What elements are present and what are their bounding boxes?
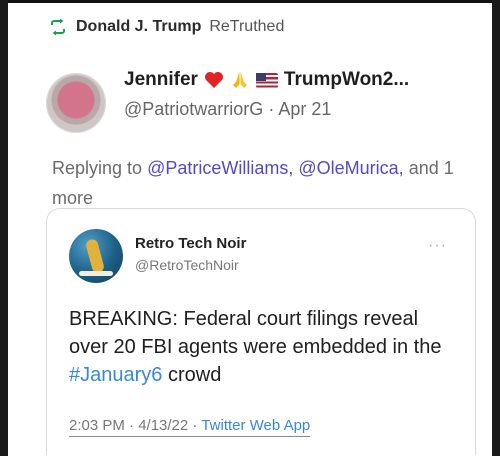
handle-separator: ·: [268, 99, 275, 119]
retruther-name[interactable]: Donald J. Trump: [76, 18, 201, 36]
embedded-tweet-card[interactable]: Retro Tech Noir @RetroTechNoir ··· BREAK…: [46, 208, 476, 455]
author-name-suffix: TrumpWon2...: [283, 69, 410, 90]
retruth-arrows-icon: [51, 18, 65, 36]
embedded-tweet-meta: 2:03 PM · 4/13/22 · Twitter Web App: [69, 417, 311, 437]
author-avatar[interactable]: [46, 73, 106, 133]
red-heart-icon: [204, 72, 223, 88]
tweet-source-app[interactable]: Twitter Web App: [201, 417, 310, 434]
more-options-icon[interactable]: ···: [428, 237, 447, 255]
mention-link[interactable]: @PatriceWilliams,: [147, 158, 293, 178]
us-flag-icon: [255, 72, 278, 88]
reply-context: Replying to @PatriceWilliams, @OleMurica…: [52, 153, 472, 213]
hashtag-link[interactable]: #January6: [69, 364, 162, 386]
post-frame: Donald J. Trump ReTruthed Jennifer Trump…: [8, 0, 492, 456]
post-date[interactable]: Apr 21: [278, 99, 331, 119]
author-first-name: Jennifer: [124, 69, 198, 90]
author-block: Jennifer TrumpWon2... @PatriotwarriorG ·…: [124, 69, 409, 120]
retruth-header: Donald J. Trump ReTruthed: [48, 17, 284, 37]
retruth-label: ReTruthed: [209, 18, 285, 35]
embedded-author-name[interactable]: Retro Tech Noir: [135, 235, 246, 252]
author-handle[interactable]: @PatriotwarriorG: [124, 99, 263, 119]
author-handle-line: @PatriotwarriorG · Apr 21: [124, 99, 409, 120]
mention-link[interactable]: @OleMurica,: [298, 158, 403, 178]
tweet-body: BREAKING: Federal court filings reveal o…: [69, 308, 442, 358]
embedded-tweet-text: BREAKING: Federal court filings reveal o…: [69, 305, 449, 389]
embedded-author-handle[interactable]: @RetroTechNoir: [135, 257, 239, 273]
author-display-name[interactable]: Jennifer TrumpWon2...: [124, 69, 409, 91]
reply-prefix: Replying to: [52, 158, 143, 178]
tweet-timestamp[interactable]: 2:03 PM · 4/13/22 ·: [69, 417, 197, 434]
tweet-body-end: crowd: [167, 364, 222, 386]
praying-hands-icon: [232, 72, 247, 88]
embedded-avatar[interactable]: [69, 229, 123, 283]
